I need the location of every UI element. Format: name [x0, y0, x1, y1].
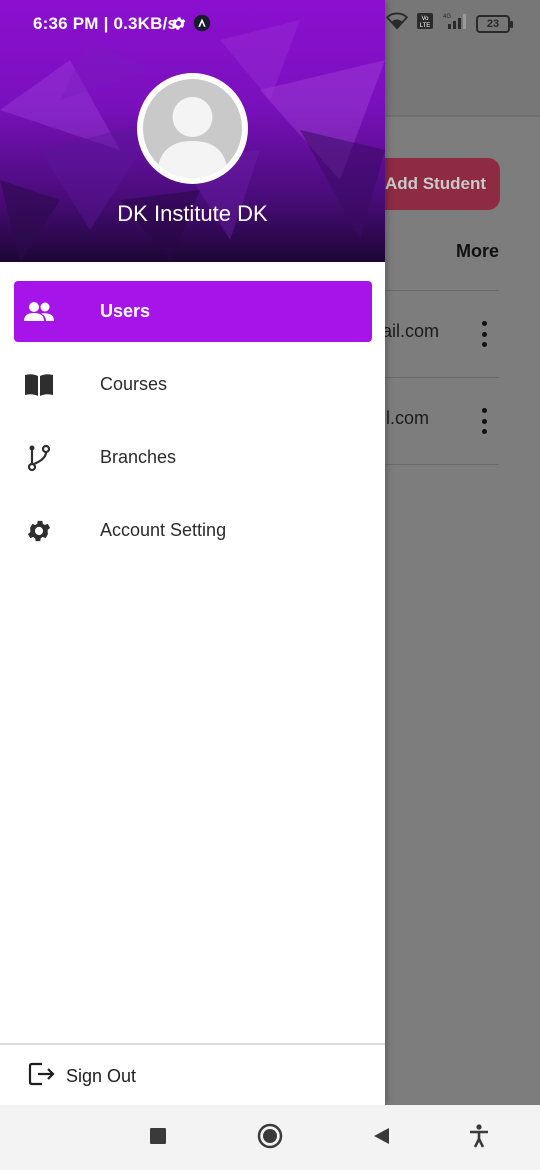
menu-item-label: Users	[100, 301, 151, 321]
wifi-icon	[385, 12, 409, 35]
back-button[interactable]	[368, 1125, 394, 1151]
status-time: 6:36 PM | 0.3KB/s	[33, 14, 178, 33]
volte-icon: Vo LTE	[416, 12, 434, 35]
menu-item-label: Account Setting	[100, 520, 227, 540]
drawer-menu: Users Courses Branches Account Setting	[14, 281, 372, 573]
sign-out-label: Sign Out	[66, 1065, 137, 1086]
recents-button[interactable]	[145, 1125, 171, 1151]
book-icon	[24, 370, 54, 400]
status-bar: 6:36 PM | 0.3KB/s Vo LTE 4G 23	[0, 0, 540, 48]
menu-item-users[interactable]: Users	[14, 281, 372, 342]
more-column-header: More	[455, 241, 499, 261]
svg-text:LTE: LTE	[420, 23, 431, 29]
settings-icon	[170, 15, 187, 37]
profile-avatar[interactable]	[137, 73, 248, 184]
square-icon	[149, 1127, 167, 1150]
gear-icon	[24, 516, 54, 546]
vpn-icon	[193, 14, 211, 37]
menu-item-courses[interactable]: Courses	[14, 354, 372, 415]
svg-text:Vo: Vo	[421, 16, 429, 22]
profile-name: DK Institute DK	[117, 201, 268, 226]
accessibility-icon	[468, 1123, 490, 1153]
back-triangle-icon	[371, 1126, 391, 1151]
menu-item-label: Branches	[100, 447, 177, 467]
row-email: ail.com	[382, 321, 440, 341]
circle-icon	[257, 1123, 283, 1154]
branch-icon	[24, 443, 54, 473]
accessibility-button[interactable]	[466, 1123, 492, 1153]
person-icon	[143, 79, 242, 178]
signal-icon: 4G	[442, 12, 468, 35]
system-navigation-bar	[0, 1105, 540, 1170]
row-email: il.com	[382, 408, 430, 428]
svg-text:4G: 4G	[443, 14, 451, 20]
more-vert-icon	[481, 321, 487, 347]
menu-item-branches[interactable]: Branches	[14, 427, 372, 488]
more-vert-icon	[481, 408, 487, 434]
menu-item-account-setting[interactable]: Account Setting	[14, 500, 372, 561]
menu-item-label: Courses	[100, 374, 168, 394]
drawer-divider	[0, 1043, 385, 1045]
home-button[interactable]	[257, 1123, 283, 1154]
logout-icon	[28, 1061, 56, 1092]
navigation-drawer: DK Institute DK Users Courses Branches A…	[0, 0, 385, 1105]
users-icon	[24, 297, 54, 327]
sign-out-button[interactable]: Sign Out	[28, 1060, 136, 1092]
battery-icon: 23	[476, 14, 513, 33]
